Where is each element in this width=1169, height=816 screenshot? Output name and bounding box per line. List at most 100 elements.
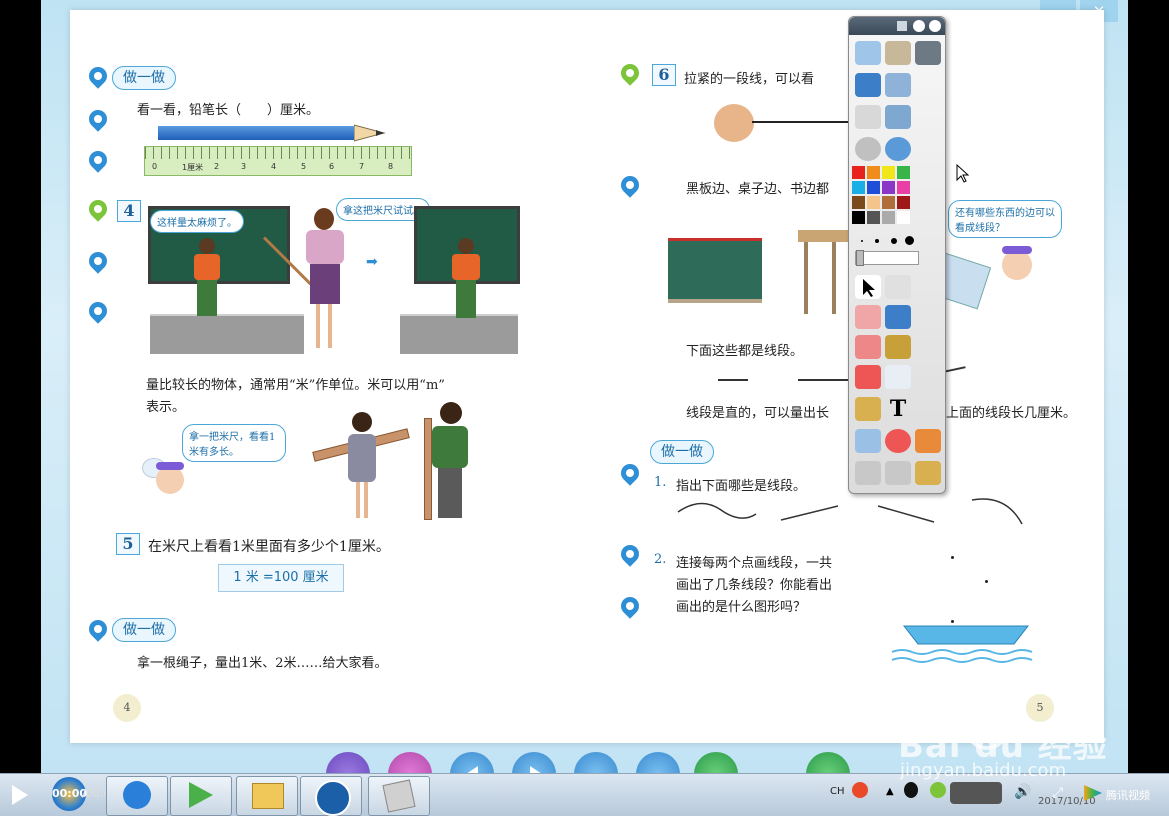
angel-figure xyxy=(142,452,188,500)
section-tag-do-it-right: 做一做 xyxy=(650,440,714,464)
tray-lang[interactable]: CH xyxy=(830,786,845,797)
annotation-tool-palette[interactable]: T xyxy=(848,16,946,494)
pencil-question: 看一看，铅笔长（ ）厘米。 xyxy=(137,103,320,118)
redo-icon[interactable] xyxy=(885,461,911,485)
opacity-slider[interactable] xyxy=(855,250,919,266)
exercise-4-number: 4 xyxy=(117,200,141,222)
q1-text: 指出下面哪些是线段。 xyxy=(676,479,807,494)
color-swatch[interactable] xyxy=(882,211,895,224)
color-swatch[interactable] xyxy=(882,166,895,179)
shape-icon[interactable] xyxy=(855,365,881,389)
q2-line1: 连接每两个点画线段，一共 xyxy=(676,556,833,571)
eraser-icon[interactable] xyxy=(855,335,881,359)
platform-left xyxy=(150,314,304,354)
play-tool-icon[interactable] xyxy=(855,137,881,161)
tray-up-arrow-icon[interactable]: ▲ xyxy=(886,786,894,797)
color-swatch[interactable] xyxy=(852,166,865,179)
tray-360-icon[interactable] xyxy=(930,782,946,798)
q1-number: 1. xyxy=(654,475,667,490)
q1-figures xyxy=(677,498,1023,525)
page-next-tool-icon[interactable] xyxy=(885,105,911,129)
palette-settings-icon[interactable] xyxy=(913,20,925,32)
speech-bubble-boy: 这样量太麻烦了。 xyxy=(150,210,244,233)
color-swatch[interactable] xyxy=(852,211,865,224)
fist-image xyxy=(714,104,754,142)
image-icon[interactable] xyxy=(855,397,881,421)
signature-icon[interactable] xyxy=(915,461,941,485)
taskbar-sogou[interactable] xyxy=(106,776,168,816)
example-segment-1 xyxy=(718,379,748,381)
q2-line2: 画出了几条线段？你能看出 xyxy=(676,578,833,593)
angel-figure-right xyxy=(998,240,1042,286)
boy-figure xyxy=(190,238,224,320)
magnify-tool-icon[interactable] xyxy=(885,137,911,161)
clear-icon[interactable] xyxy=(855,429,881,453)
color-swatch[interactable] xyxy=(897,196,910,209)
color-swatch[interactable] xyxy=(867,181,880,194)
baidu-watermark-url: jingyan.baidu.com xyxy=(900,760,1067,781)
pen-icon[interactable] xyxy=(855,305,881,329)
layers-icon[interactable] xyxy=(915,429,941,453)
color-swatch[interactable] xyxy=(897,181,910,194)
dot-1 xyxy=(951,556,954,559)
rope-task-text: 拿一根绳子，量出1米、2米……给大家看。 xyxy=(137,656,388,671)
q2-line3: 画出的是什么图形吗？ xyxy=(676,600,807,615)
edges-text: 黑板边、桌子边、书边都 xyxy=(686,182,830,197)
desk-image xyxy=(798,230,850,314)
erase-mode-icon[interactable] xyxy=(885,73,911,97)
highlighter-icon[interactable] xyxy=(885,305,911,329)
q2-number: 2. xyxy=(654,552,667,567)
color-swatch[interactable] xyxy=(882,196,895,209)
color-swatch[interactable] xyxy=(897,166,910,179)
color-swatch[interactable] xyxy=(852,196,865,209)
color-swatch[interactable] xyxy=(867,166,880,179)
arrow-icon: ➡ xyxy=(366,254,378,270)
exercise-6-text: 拉紧的一段线，可以看 xyxy=(684,72,815,87)
baidu-paw-icon xyxy=(965,706,1009,750)
settings-tool-icon[interactable] xyxy=(915,41,941,65)
fill-icon[interactable] xyxy=(885,335,911,359)
color-swatch[interactable] xyxy=(897,211,910,224)
palette-titlebar[interactable] xyxy=(849,17,945,35)
tray-volume-icon[interactable]: 🔊 xyxy=(1014,784,1031,800)
palette-menu-icon[interactable] xyxy=(897,21,907,31)
stretched-line xyxy=(752,121,848,123)
fullscreen-icon[interactable]: ⤢ xyxy=(1052,785,1063,801)
meter-intro-line2: 表示。 xyxy=(146,400,186,415)
taskbar-whiteboard-app[interactable] xyxy=(368,776,430,816)
tray-sogou-icon[interactable] xyxy=(852,782,868,798)
segment-definition-tail: 上面的线段长几厘米。 xyxy=(946,406,1077,421)
speech-bubble-angel: 拿一把米尺，看看1米有多长。 xyxy=(182,424,286,462)
text-tool-icon[interactable]: T xyxy=(885,397,911,421)
section-tag-do-it: 做一做 xyxy=(112,66,176,90)
tools-icon[interactable] xyxy=(885,275,911,299)
pen-size-dots[interactable] xyxy=(855,235,915,247)
tray-device-icon[interactable] xyxy=(950,782,1002,804)
palette-close-icon[interactable] xyxy=(929,20,941,32)
formula-box: 1 米 =100 厘米 xyxy=(218,564,344,592)
taskbar-file-explorer[interactable] xyxy=(236,776,298,816)
color-swatch[interactable] xyxy=(867,211,880,224)
taskbar-video-player[interactable] xyxy=(170,776,232,816)
exercise-5-text: 在米尺上看看1米里面有多少个1厘米。 xyxy=(148,539,390,555)
line-icon[interactable] xyxy=(885,365,911,389)
mouse-cursor-icon xyxy=(956,163,970,188)
projector-tool-icon[interactable] xyxy=(885,41,911,65)
exercise-6-number: 6 xyxy=(652,64,676,86)
color-swatches[interactable] xyxy=(852,166,914,228)
undo-icon[interactable] xyxy=(855,461,881,485)
boat-image xyxy=(891,625,1033,663)
color-swatch[interactable] xyxy=(867,196,880,209)
tray-qq-icon[interactable] xyxy=(904,782,918,798)
taskbar-app-badge[interactable] xyxy=(300,776,362,816)
play-button-icon[interactable] xyxy=(12,785,28,805)
color-swatch[interactable] xyxy=(882,181,895,194)
draw-mode-icon[interactable] xyxy=(855,73,881,97)
select-arrow-icon[interactable] xyxy=(855,275,881,299)
color-swatch[interactable] xyxy=(852,181,865,194)
section-tag-do-it-2: 做一做 xyxy=(112,618,176,642)
screenshot-tool-icon[interactable] xyxy=(855,41,881,65)
refresh-icon[interactable] xyxy=(885,429,911,453)
page-prev-tool-icon[interactable] xyxy=(855,105,881,129)
exercise-5-number: 5 xyxy=(116,533,140,555)
